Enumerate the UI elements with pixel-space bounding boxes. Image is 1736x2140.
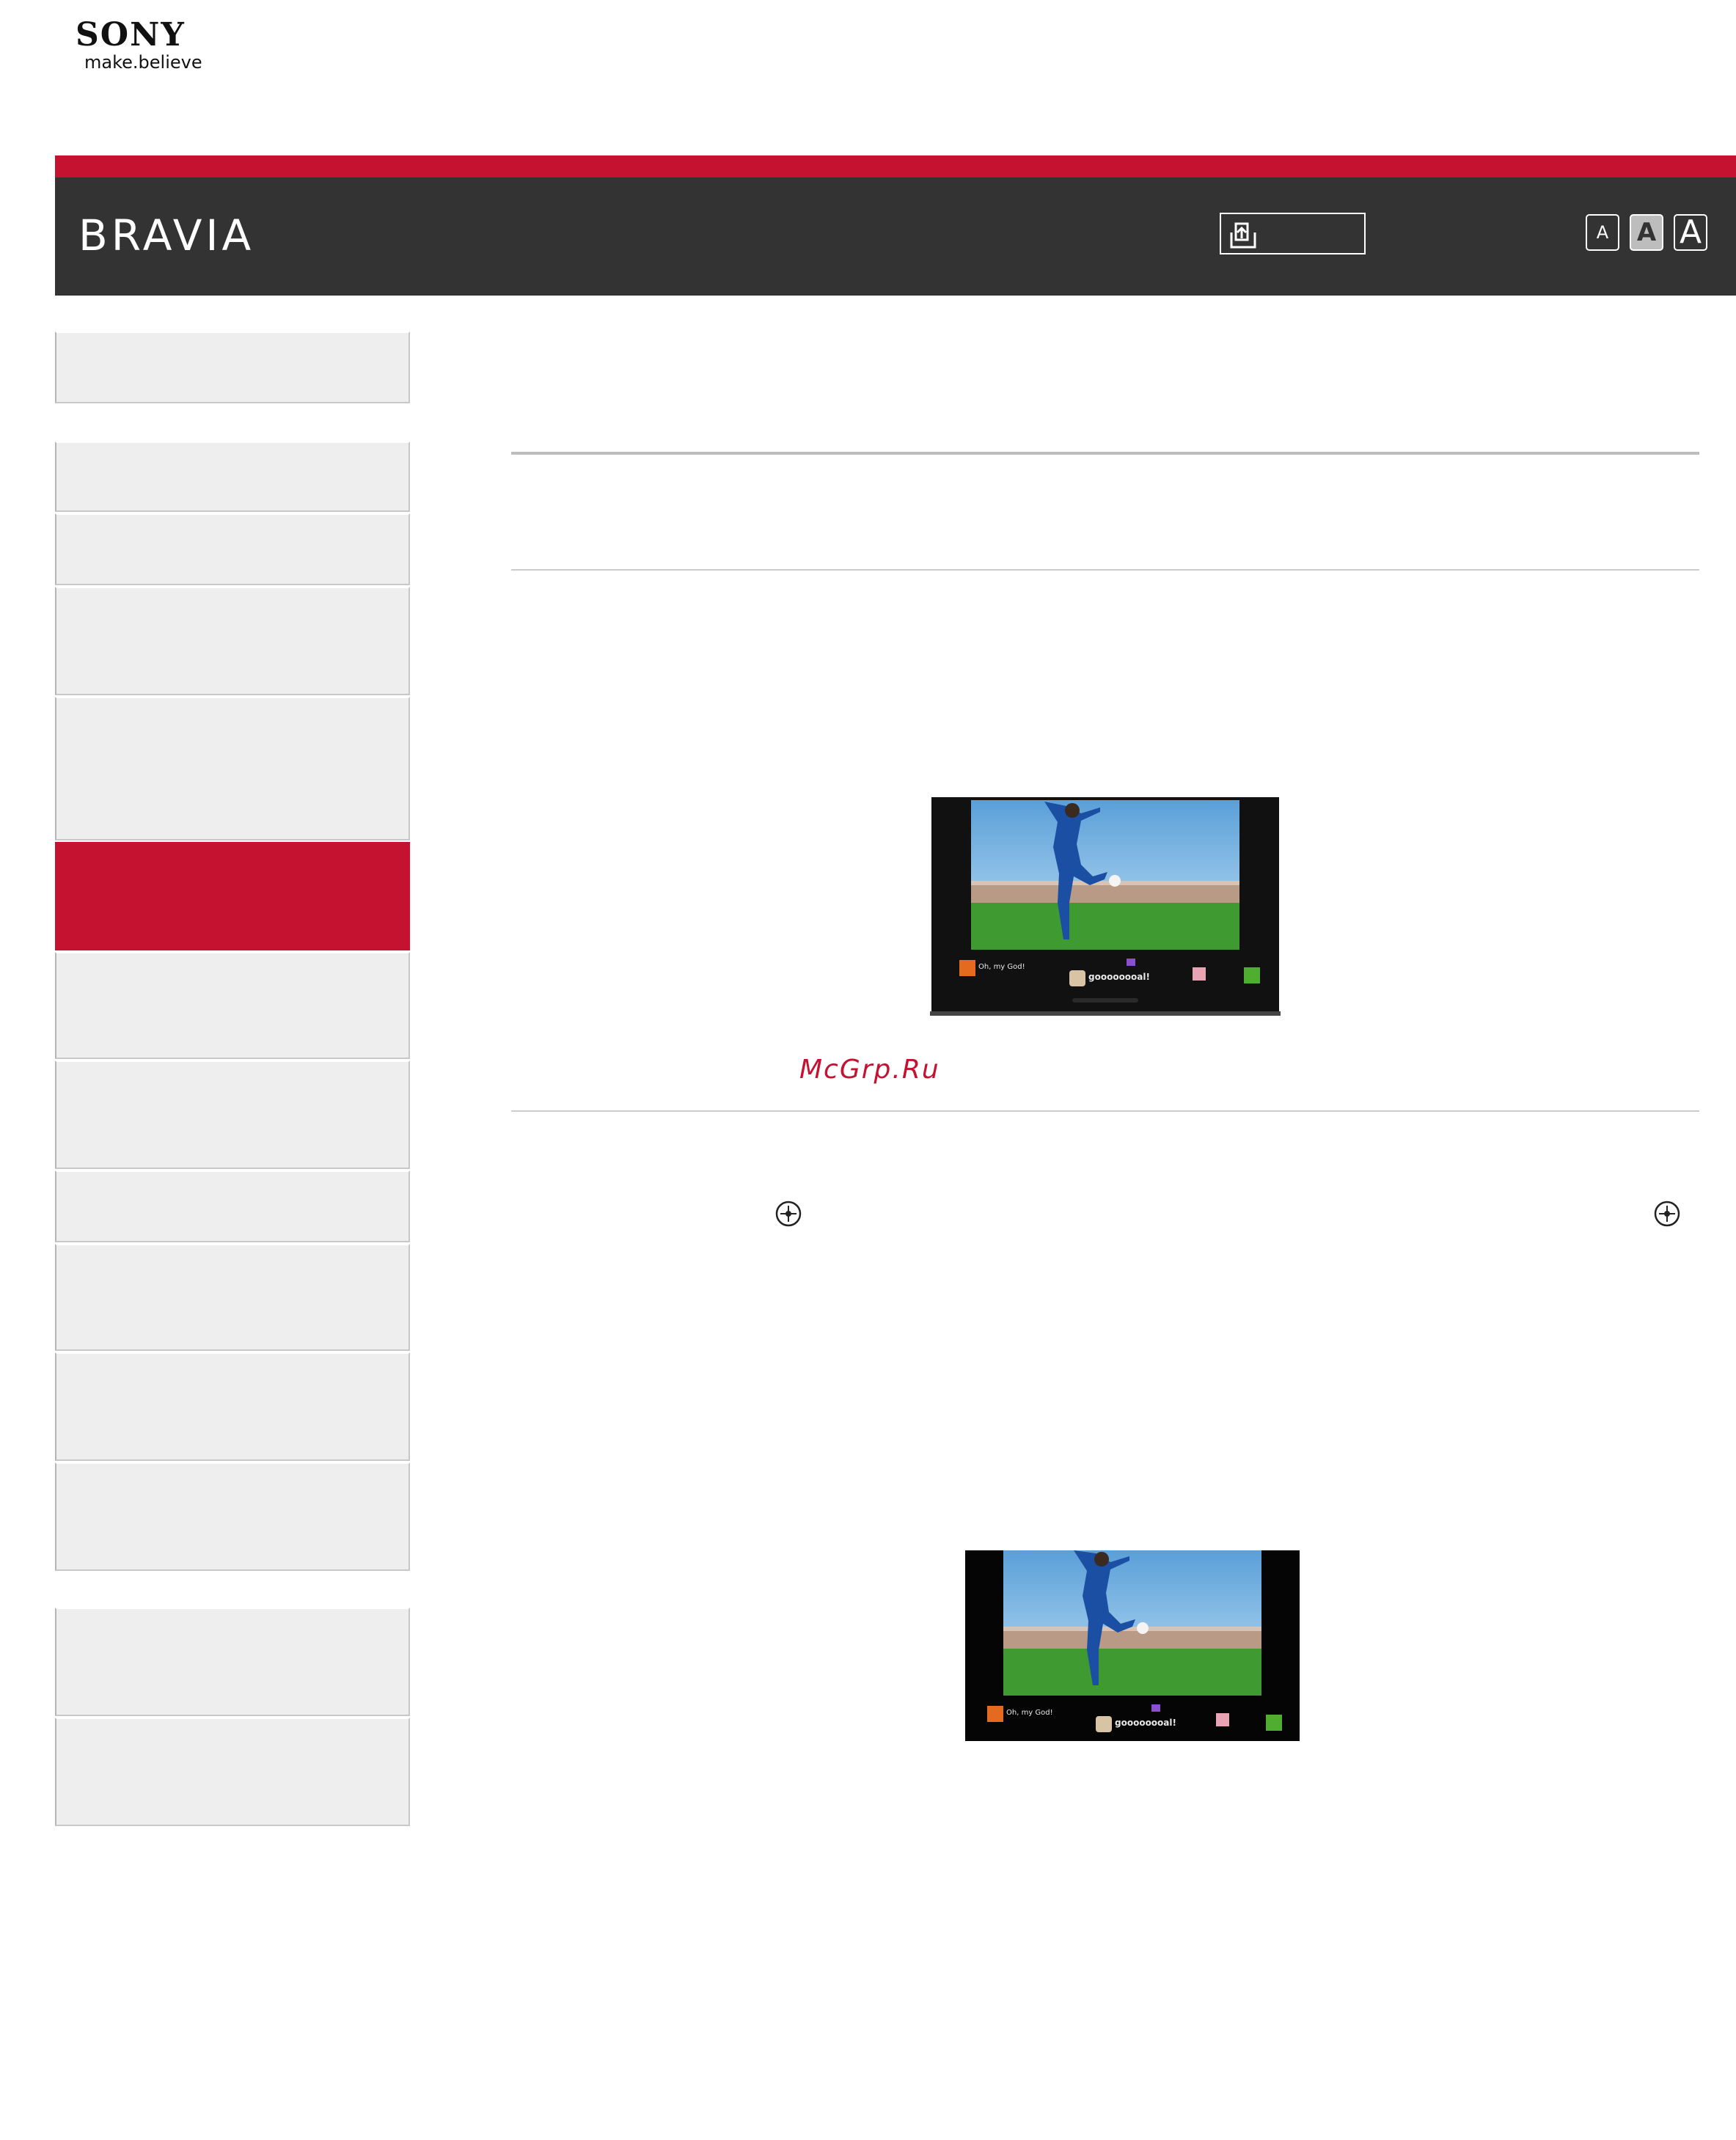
- ticker-avatar: [1127, 959, 1135, 966]
- ticker-text: goooooooal!: [1115, 1718, 1176, 1728]
- font-size-large-button[interactable]: A: [1674, 214, 1707, 251]
- tv-base: [930, 1011, 1281, 1016]
- sidebar-item-active[interactable]: [55, 842, 410, 950]
- font-size-small-button[interactable]: A: [1586, 214, 1619, 251]
- sidebar-item-9[interactable]: [55, 1244, 410, 1351]
- ticker-avatar: [1216, 1713, 1229, 1726]
- brand-name: SONY: [76, 16, 186, 54]
- print-button[interactable]: [1220, 213, 1366, 254]
- sony-logo: SONY make.believe: [76, 19, 202, 73]
- ticker-avatar: [1096, 1716, 1112, 1732]
- ticker-avatar: [1193, 967, 1206, 981]
- soccer-player-image: [971, 800, 1239, 950]
- font-size-medium-button[interactable]: A: [1630, 214, 1663, 251]
- sidebar-item-8[interactable]: [55, 1170, 410, 1242]
- sidebar-item-top[interactable]: [55, 331, 410, 403]
- brand-tagline: make.believe: [84, 52, 202, 73]
- header-bar: BRAVIA A A A: [55, 177, 1736, 296]
- sidebar-item-12[interactable]: [55, 1608, 410, 1716]
- enter-button-icon: [775, 1201, 802, 1227]
- page-title: BRAVIA: [78, 210, 255, 260]
- print-icon: [1230, 222, 1256, 249]
- section-divider-top: [511, 452, 1699, 455]
- ticker-avatar: [959, 960, 975, 976]
- ticker-avatar: [1069, 970, 1085, 986]
- section-divider: [511, 569, 1699, 571]
- sidebar-item-11[interactable]: [55, 1462, 410, 1571]
- sidebar-item-13[interactable]: [55, 1718, 410, 1826]
- sidebar-item-3[interactable]: [55, 587, 410, 695]
- ticker-text: goooooooal!: [1088, 972, 1150, 982]
- section-divider: [511, 1110, 1699, 1112]
- ticker-text: Oh, my God!: [1006, 1709, 1053, 1717]
- sidebar-item-2[interactable]: [55, 513, 410, 585]
- watermark: McGrp.Ru: [799, 1055, 940, 1085]
- enter-button-icon: [1654, 1201, 1680, 1227]
- sidebar-item-4[interactable]: [55, 697, 410, 840]
- sidebar-item-7[interactable]: [55, 1060, 410, 1169]
- tv-social-viewing-illustration: Oh, my God! goooooooal!: [930, 797, 1281, 1016]
- accent-bar: [55, 155, 1736, 177]
- tv-screen-social-viewing-illustration: Oh, my God! goooooooal!: [965, 1550, 1300, 1741]
- tv-stand: [1072, 998, 1138, 1003]
- soccer-player-image: [1003, 1550, 1261, 1696]
- ticker-avatar: [1244, 967, 1260, 983]
- ticker-avatar: [1266, 1715, 1282, 1731]
- sidebar-item-10[interactable]: [55, 1352, 410, 1461]
- sidebar-item-6[interactable]: [55, 952, 410, 1059]
- ticker-avatar: [1151, 1704, 1160, 1712]
- ticker-text: Oh, my God!: [978, 963, 1025, 971]
- sidebar-item-1[interactable]: [55, 441, 410, 512]
- ticker-avatar: [987, 1706, 1003, 1722]
